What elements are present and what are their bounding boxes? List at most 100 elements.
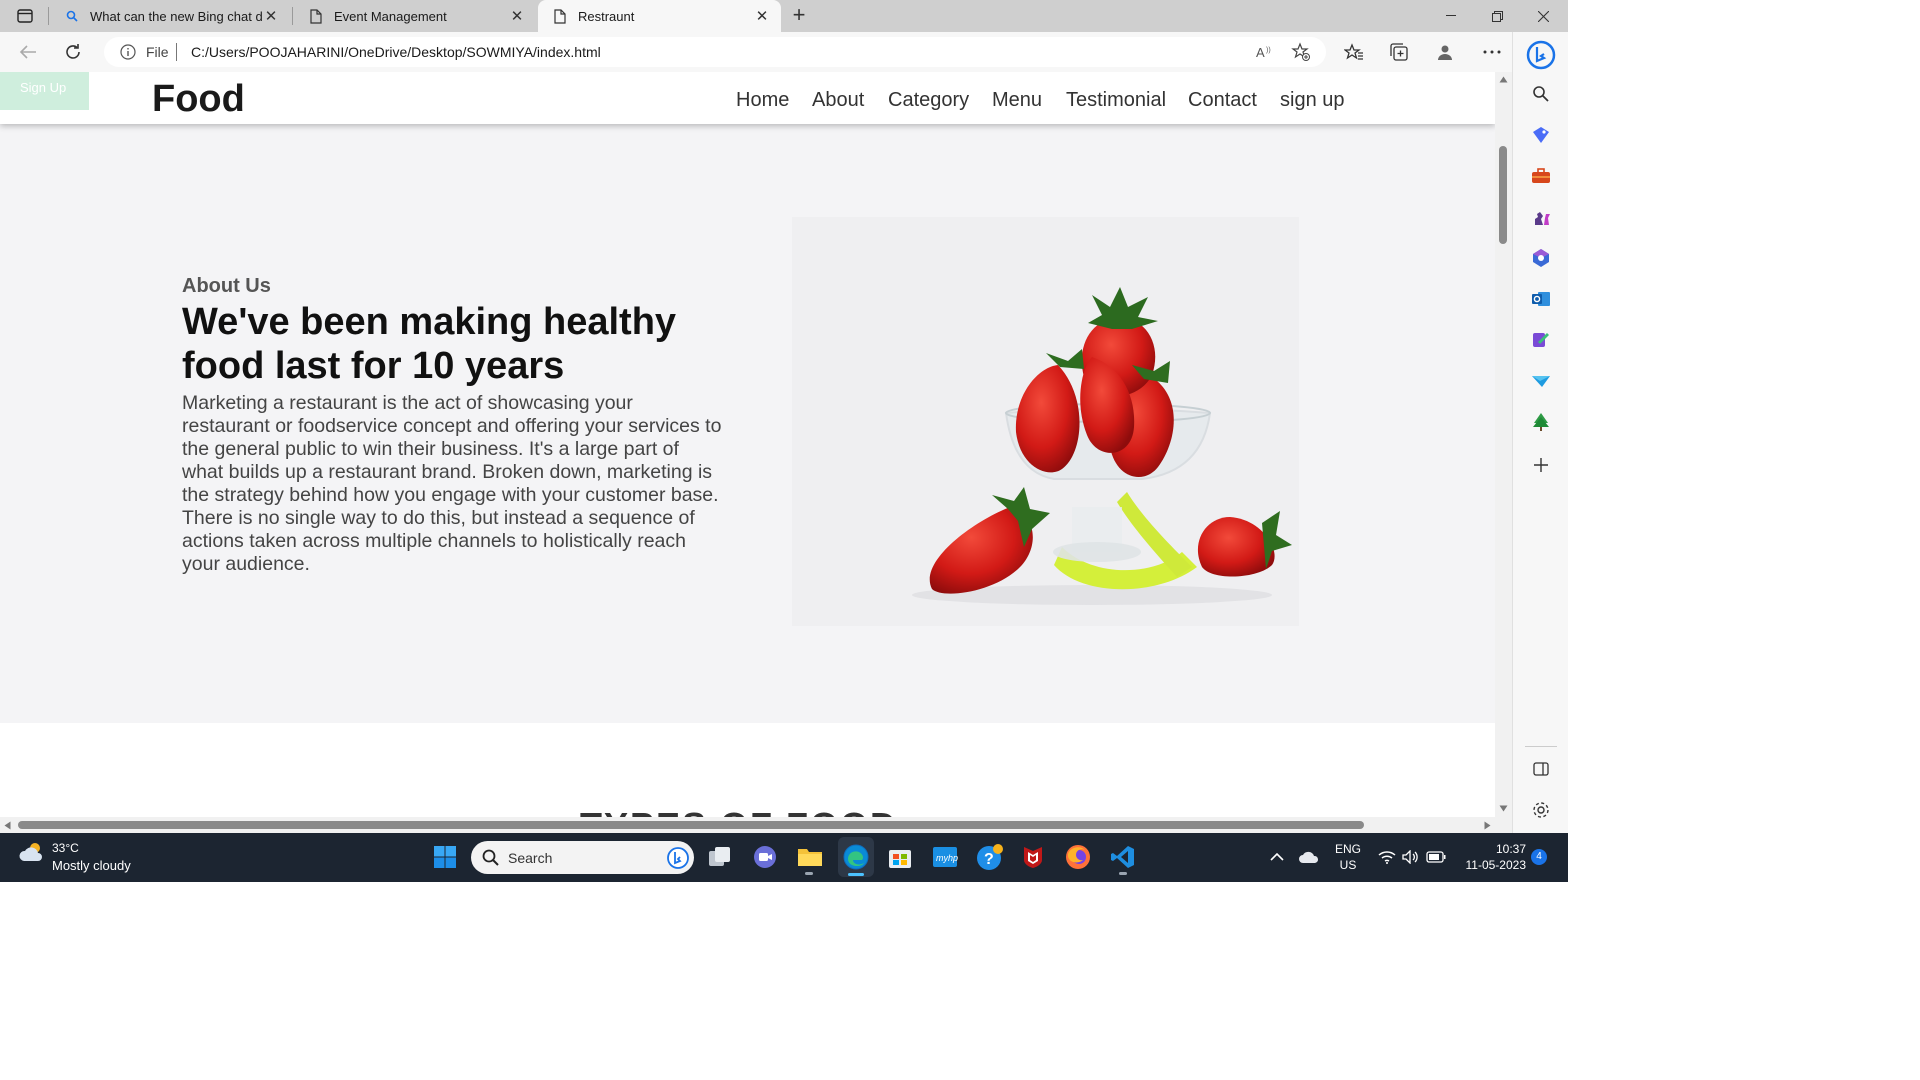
nav-menu[interactable]: Menu — [992, 89, 1042, 112]
show-hidden-icons-icon[interactable] — [1262, 842, 1292, 872]
about-paragraph: Marketing a restaurant is the act of sho… — [182, 392, 722, 575]
svg-text:A: A — [1256, 45, 1265, 59]
onedrive-cloud-icon[interactable] — [1294, 842, 1324, 872]
battery-icon[interactable] — [1421, 842, 1451, 872]
about-heading: We've been making healthy food last for … — [182, 301, 677, 387]
taskbar-search-placeholder: Search — [508, 850, 553, 866]
clock-date[interactable]: 11-05-2023 — [1456, 858, 1527, 872]
close-tab-icon[interactable]: ✕ — [753, 7, 771, 25]
url-text[interactable]: C:/Users/POOJAHARINI/OneDrive/Desktop/SO… — [191, 44, 601, 60]
svg-text:myhp: myhp — [936, 853, 958, 863]
svg-text:)): )) — [1266, 47, 1271, 54]
nav-testimonial[interactable]: Testimonial — [1066, 89, 1166, 112]
tab-title: Restraunt — [578, 8, 635, 24]
divider — [176, 43, 177, 61]
microsoft-store-icon[interactable] — [885, 842, 915, 872]
more-options-icon[interactable] — [1480, 40, 1504, 64]
search-icon — [482, 849, 499, 866]
scrollbar-corner — [1495, 817, 1512, 833]
windows-start-icon[interactable] — [430, 842, 460, 872]
tree-icon[interactable] — [1529, 410, 1553, 434]
myhp-icon[interactable]: myhp — [930, 842, 960, 872]
minimize-icon[interactable] — [1428, 0, 1474, 32]
restore-icon[interactable] — [1474, 0, 1520, 32]
nav-category[interactable]: Category — [888, 89, 969, 112]
split-screen-icon[interactable] — [1529, 757, 1553, 781]
bing-chat-icon[interactable] — [1525, 39, 1557, 71]
scroll-up-icon[interactable] — [1499, 76, 1508, 83]
read-aloud-icon[interactable]: A)) — [1254, 41, 1276, 63]
tab-actions-icon[interactable] — [8, 4, 42, 28]
bing-icon — [667, 847, 689, 869]
scheme-label: File — [146, 44, 169, 60]
site-header: Sign Up Food Home About Category Menu Te… — [0, 72, 1495, 124]
nav-about[interactable]: About — [812, 89, 864, 112]
clock-time[interactable]: 10:37 — [1456, 842, 1526, 856]
tab-bing[interactable]: What can the new Bing chat do? ✕ — [50, 0, 290, 32]
edge-browser-icon[interactable] — [838, 837, 874, 877]
favorites-icon[interactable] — [1342, 40, 1366, 64]
scroll-left-icon[interactable] — [4, 821, 11, 830]
site-info-icon[interactable] — [120, 44, 136, 65]
collections-icon[interactable] — [1387, 40, 1411, 64]
weather-widget[interactable]: 33°C Mostly cloudy — [18, 841, 131, 873]
nav-contact[interactable]: Contact — [1188, 89, 1257, 112]
designer-icon[interactable] — [1529, 328, 1553, 352]
windows-taskbar: 33°C Mostly cloudy Search myhp ? ENG US … — [0, 833, 1568, 882]
taskbar-search[interactable]: Search — [471, 841, 694, 874]
vscode-icon[interactable] — [1108, 842, 1138, 875]
notification-badge[interactable]: 4 — [1531, 849, 1547, 865]
refresh-icon[interactable] — [59, 38, 87, 66]
tab-restraunt[interactable]: Restraunt ✕ — [538, 0, 781, 32]
page-viewport: Sign Up Food Home About Category Menu Te… — [0, 72, 1495, 817]
tab-event-management[interactable]: Event Management ✕ — [294, 0, 536, 32]
weather-temp: 33°C — [52, 841, 79, 855]
vertical-scrollbar[interactable] — [1495, 72, 1512, 817]
signup-badge[interactable]: Sign Up — [0, 72, 89, 110]
svg-text:?: ? — [984, 851, 994, 868]
address-bar[interactable]: File C:/Users/POOJAHARINI/OneDrive/Deskt… — [104, 37, 1326, 67]
about-text-block: About Us We've been making healthy food … — [182, 274, 722, 576]
browser-toolbar: File C:/Users/POOJAHARINI/OneDrive/Deskt… — [0, 32, 1568, 72]
close-tab-icon[interactable]: ✕ — [262, 7, 280, 25]
new-tab-icon[interactable]: + — [787, 4, 811, 28]
language-code[interactable]: ENG — [1330, 842, 1366, 856]
tab-strip: What can the new Bing chat do? ✕ Event M… — [0, 0, 1568, 32]
scroll-down-icon[interactable] — [1499, 805, 1508, 812]
firefox-icon[interactable] — [1063, 842, 1093, 872]
about-section: About Us We've been making healthy food … — [0, 124, 1495, 723]
nav-home[interactable]: Home — [736, 89, 789, 112]
site-logo[interactable]: Food — [152, 78, 245, 121]
page-icon — [552, 8, 568, 24]
cloudy-weather-icon — [19, 843, 42, 861]
close-window-icon[interactable] — [1520, 0, 1566, 32]
scroll-right-icon[interactable] — [1484, 821, 1491, 830]
types-of-food-heading: TYPES OF FOOD — [580, 805, 898, 817]
horizontal-scroll-thumb[interactable] — [18, 821, 1364, 829]
games-icon[interactable] — [1529, 205, 1553, 229]
tab-title: What can the new Bing chat do? — [90, 8, 262, 24]
search-icon[interactable] — [1529, 82, 1553, 106]
drop-icon[interactable] — [1529, 369, 1553, 393]
add-sidebar-app-icon[interactable] — [1529, 453, 1553, 477]
microsoft-365-icon[interactable] — [1529, 246, 1553, 270]
close-tab-icon[interactable]: ✕ — [508, 7, 526, 25]
vertical-scroll-thumb[interactable] — [1499, 146, 1507, 244]
outlook-icon[interactable] — [1529, 287, 1553, 311]
get-help-icon[interactable]: ? — [975, 842, 1005, 872]
add-favorite-icon[interactable] — [1290, 41, 1312, 63]
profile-avatar-icon[interactable] — [1433, 40, 1457, 64]
task-view-icon[interactable] — [705, 842, 735, 872]
shopping-icon[interactable] — [1529, 123, 1553, 147]
language-region[interactable]: US — [1330, 858, 1366, 872]
nav-signup[interactable]: sign up — [1280, 89, 1345, 112]
horizontal-scrollbar[interactable] — [0, 817, 1495, 833]
back-icon[interactable] — [14, 38, 42, 66]
settings-gear-icon[interactable] — [1529, 798, 1553, 822]
sidebar-divider — [1525, 746, 1557, 747]
mcafee-icon[interactable] — [1018, 842, 1048, 872]
teams-chat-icon[interactable] — [750, 842, 780, 872]
file-explorer-icon[interactable] — [795, 842, 825, 875]
edge-sidebar — [1512, 32, 1568, 833]
tools-icon[interactable] — [1529, 164, 1553, 188]
